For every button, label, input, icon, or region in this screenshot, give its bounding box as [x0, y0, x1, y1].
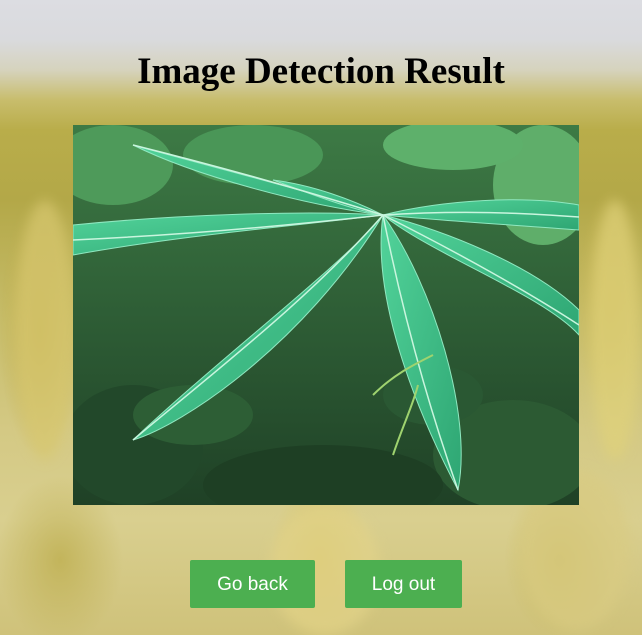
wheat-stalk-right — [590, 200, 640, 460]
go-back-button[interactable]: Go back — [190, 560, 315, 608]
log-out-button[interactable]: Log out — [345, 560, 462, 608]
page-title: Image Detection Result — [137, 51, 505, 92]
wheat-stalk-left — [15, 200, 75, 460]
detection-result-image — [73, 125, 579, 505]
leaf-photo — [73, 125, 579, 505]
